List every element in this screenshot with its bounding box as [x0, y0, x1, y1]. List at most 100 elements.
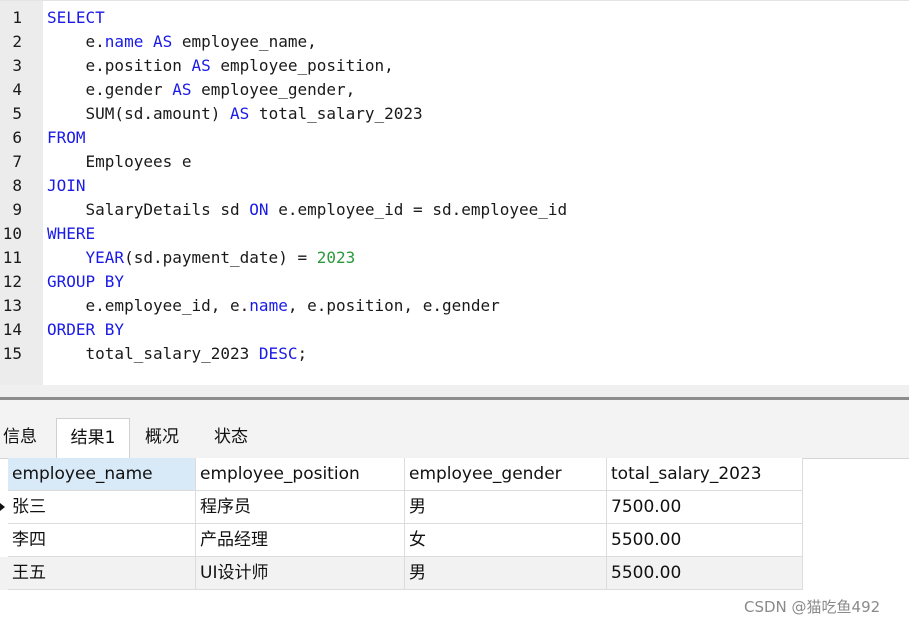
line-number: 10 — [2, 224, 22, 243]
tab-info[interactable]: 信息 — [0, 418, 46, 458]
sql-text: e.gender — [47, 80, 173, 99]
code-text: SalaryDetails sd ON e.employee_id = sd.e… — [47, 198, 568, 222]
sql-text: e.employee_id, e. — [47, 296, 250, 315]
tab-status[interactable]: 状态 — [200, 418, 262, 458]
cell-employee-gender[interactable]: 男 — [405, 491, 607, 524]
cell-employee-name[interactable]: 李四 — [8, 524, 196, 557]
sql-keyword: AS — [230, 104, 250, 123]
code-line[interactable]: 15 total_salary_2023 DESC; — [0, 342, 909, 366]
sql-text: SalaryDetails sd — [47, 200, 250, 219]
sql-keyword: AS — [172, 80, 192, 99]
sql-text: total_salary_2023 — [47, 344, 259, 363]
code-text: Employees e — [47, 150, 192, 174]
code-line[interactable]: 7 Employees e — [0, 150, 909, 174]
cell-employee-name[interactable]: 王五 — [8, 557, 196, 590]
line-number: 4 — [12, 80, 22, 99]
result-tab-bar: 信息 结果1 概况 状态 — [0, 400, 909, 459]
code-text: FROM — [47, 126, 86, 150]
code-line[interactable]: 11 YEAR(sd.payment_date) = 2023 — [0, 246, 909, 270]
code-line[interactable]: 8 JOIN — [0, 174, 909, 198]
code-line[interactable]: 2 e.name AS employee_name, — [0, 30, 909, 54]
cell-total-salary-2023[interactable]: 5500.00 — [607, 524, 803, 557]
sql-text: employee_gender, — [191, 80, 356, 99]
cell-total-salary-2023[interactable]: 5500.00 — [607, 557, 803, 590]
code-line[interactable]: 9 SalaryDetails sd ON e.employee_id = sd… — [0, 198, 909, 222]
code-line[interactable]: 12 GROUP BY — [0, 270, 909, 294]
code-line[interactable]: 3 e.position AS employee_position, — [0, 54, 909, 78]
code-text: JOIN — [47, 174, 86, 198]
sql-keyword: AS — [191, 56, 211, 75]
code-text: GROUP BY — [47, 270, 124, 294]
table-row[interactable]: 李四 产品经理 女 5500.00 — [0, 524, 803, 557]
line-number: 8 — [12, 176, 22, 195]
sql-keyword: ORDER BY — [47, 320, 125, 339]
sql-text: Employees e — [47, 152, 192, 171]
code-line[interactable]: 10 WHERE — [0, 222, 909, 246]
code-text: e.gender AS employee_gender, — [47, 78, 356, 102]
sql-keyword: JOIN — [47, 176, 86, 195]
column-header-total-salary-2023[interactable]: total_salary_2023 — [607, 458, 803, 491]
sql-text: employee_position, — [210, 56, 394, 75]
cell-employee-gender[interactable]: 女 — [405, 524, 607, 557]
sql-text: , e.position, e.gender — [287, 296, 500, 315]
row-pointer-icon — [0, 503, 5, 511]
code-line[interactable]: 13 e.employee_id, e.name, e.position, e.… — [0, 294, 909, 318]
code-text: total_salary_2023 DESC; — [47, 342, 308, 366]
line-number: 6 — [12, 128, 22, 147]
sql-keyword: FROM — [47, 128, 86, 147]
current-row-marker — [0, 491, 8, 524]
sql-number: 2023 — [316, 248, 356, 267]
sql-text: employee_name, — [172, 32, 317, 51]
line-number: 2 — [12, 32, 22, 51]
line-number: 12 — [2, 272, 22, 291]
code-line[interactable]: 14 ORDER BY — [0, 318, 909, 342]
cell-employee-position[interactable]: UI设计师 — [196, 557, 405, 590]
table-row[interactable]: 王五 UI设计师 男 5500.00 — [0, 557, 803, 590]
cell-employee-name[interactable]: 张三 — [8, 491, 196, 524]
line-number: 11 — [2, 248, 22, 267]
sql-keyword: name — [249, 296, 288, 315]
code-line[interactable]: 1 SELECT — [0, 6, 909, 30]
sql-keyword: YEAR — [85, 248, 125, 267]
sql-text: total_salary_2023 — [249, 104, 423, 123]
code-text: e.position AS employee_position, — [47, 54, 394, 78]
sql-keyword: AS — [152, 32, 173, 51]
line-number: 3 — [12, 56, 22, 75]
cell-employee-position[interactable]: 产品经理 — [196, 524, 405, 557]
code-text: SUM(sd.amount) AS total_salary_2023 — [47, 102, 423, 126]
sql-keyword: ON — [249, 200, 269, 219]
column-header-employee-position[interactable]: employee_position — [196, 458, 405, 491]
line-number: 14 — [2, 320, 22, 339]
code-line[interactable]: 6 FROM — [0, 126, 909, 150]
line-number: 15 — [2, 344, 22, 363]
watermark: CSDN @猫吃鱼492 — [744, 598, 881, 616]
column-header-employee-gender[interactable]: employee_gender — [405, 458, 607, 491]
code-line[interactable]: 4 e.gender AS employee_gender, — [0, 78, 909, 102]
tab-result1[interactable]: 结果1 — [56, 418, 130, 459]
code-text: e.employee_id, e.name, e.position, e.gen… — [47, 294, 500, 318]
tab-profile[interactable]: 概况 — [130, 418, 194, 458]
table-row[interactable]: 张三 程序员 男 7500.00 — [0, 491, 803, 524]
line-number: 5 — [12, 104, 22, 123]
line-number: 7 — [12, 152, 22, 171]
column-header-employee-name[interactable]: employee_name — [8, 458, 196, 491]
sql-text: SUM(sd.amount) — [47, 104, 231, 123]
cell-total-salary-2023[interactable]: 7500.00 — [607, 491, 803, 524]
sql-text: e. — [47, 32, 105, 51]
code-line[interactable]: 5 SUM(sd.amount) AS total_salary_2023 — [0, 102, 909, 126]
sql-text: ; — [297, 344, 308, 363]
code-text: ORDER BY — [47, 318, 124, 342]
sql-text: e.position — [47, 56, 192, 75]
editor-horizontal-scrollbar[interactable] — [0, 385, 909, 397]
cell-employee-position[interactable]: 程序员 — [196, 491, 405, 524]
grid-header-row: employee_name employee_position employee… — [0, 458, 803, 491]
code-text: SELECT — [47, 6, 105, 30]
sql-keyword: WHERE — [47, 224, 96, 243]
sql-keyword: GROUP BY — [47, 272, 125, 291]
sql-editor[interactable]: 1 SELECT 2 e.name AS employee_name, 3 e.pos… — [0, 0, 909, 386]
sql-text: e.employee_id = sd.employee_id — [268, 200, 568, 219]
cell-employee-gender[interactable]: 男 — [405, 557, 607, 590]
sql-keyword: name — [104, 32, 144, 51]
